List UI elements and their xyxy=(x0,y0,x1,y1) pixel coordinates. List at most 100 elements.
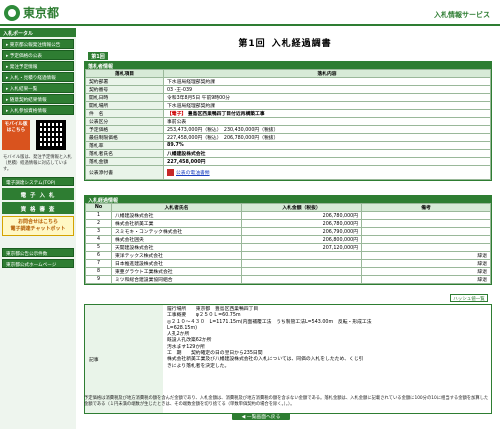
bid-remark: 辞退 xyxy=(361,259,491,268)
sidebar-item-bid-results[interactable]: 入札結果一覧 xyxy=(2,83,74,93)
bid-amount: 206,790,000円 xyxy=(241,227,362,236)
help-title: お問合せはこちら xyxy=(17,219,58,225)
sidebar-item-bid-progress[interactable]: 入札・見積り経過情報 xyxy=(2,72,74,82)
info-key: 予定価格 xyxy=(85,125,164,134)
sidebar-item-negotiated-contract[interactable]: 随意契約結果情報 xyxy=(2,94,74,104)
sidebar-item-estimated-price[interactable]: 予定価格の公表 xyxy=(2,50,74,60)
info-value: 253,473,000円（税込） 230,430,000円（税抜） xyxy=(163,125,491,134)
info-value: 下水道局経理部契約課 xyxy=(163,101,491,110)
footer-note: 予定価格は消費税及び地方消費税の額を含んだ金額であり、入札金額は、消費税及び地方… xyxy=(84,396,489,407)
sidebar: 入札ポータル 東京都公報発注情報公告 予定価格の公表 発注予定情報 入札・見積り… xyxy=(0,28,76,429)
col-item: 落札項目 xyxy=(85,69,164,78)
info-key: 件 名 xyxy=(85,109,164,118)
table-row: 最低制限価格 227,458,000円（税込） 206,780,000円（税抜） xyxy=(85,133,491,142)
hash-list-button[interactable]: ハッシュ値一覧 xyxy=(450,294,488,302)
bid-progress-panel: 入札経過情報 No 入札者氏名 入札金額（税抜） 備考 1 八幡建設株式会社 206… xyxy=(84,195,492,285)
tokyo-official-site-link[interactable]: 東京都公式ホームページ xyxy=(2,259,74,268)
info-value: 89.7% xyxy=(163,141,491,150)
qualification-review-button[interactable]: 資 格 審 査 xyxy=(2,202,74,214)
table-row: 公表添付書 公表の電油書類 xyxy=(85,165,491,180)
bid-remark: 辞退 xyxy=(361,251,491,260)
info-value: 八幡建設株式会社 xyxy=(163,149,491,158)
info-value: 227,458,000円（税込） 206,780,000円（税抜） xyxy=(163,133,491,142)
col-no: No xyxy=(85,203,112,212)
service-name[interactable]: 入札情報サービス xyxy=(434,10,490,20)
col-remarks: 備考 xyxy=(361,203,491,212)
e-bidding-button[interactable]: 電 子 入 札 xyxy=(2,188,74,200)
bid-amount xyxy=(241,267,362,276)
pdf-icon xyxy=(167,169,174,176)
tab-round-1[interactable]: 第1回 xyxy=(88,52,108,60)
bid-no: 1 xyxy=(85,211,112,220)
table-row: 9 ミツ和総合建設業協同組合 辞退 xyxy=(85,275,491,284)
table-row: 落札率 89.7% xyxy=(85,141,491,150)
info-value: 03 -王-039 xyxy=(163,85,491,94)
bid-remark xyxy=(361,211,491,220)
table-row: 公表区分 事前公表 xyxy=(85,117,491,126)
winner-info-panel: 落札者情報 落札項目 落札内容 契約部署 下水道局経理部契約課 契約番号 03 -王… xyxy=(84,61,492,181)
info-value: 事前公表 xyxy=(163,117,491,126)
bid-no: 4 xyxy=(85,235,112,244)
table-row: 契約部署 下水道局経理部契約課 xyxy=(85,77,491,86)
bid-no: 6 xyxy=(85,251,112,260)
e-procurement-system-link[interactable]: 電子調達システム(TOP) xyxy=(2,177,74,186)
mobile-button[interactable]: モバイル版はこちら xyxy=(2,120,30,150)
info-key: 最低制限価格 xyxy=(85,133,164,142)
bid-amount: 207,120,000円 xyxy=(241,243,362,252)
attachment-link[interactable]: 公表の電油書類 xyxy=(176,171,210,176)
info-key: 公表区分 xyxy=(85,117,164,126)
info-value: 227,458,000円 xyxy=(163,157,491,166)
bid-amount: 206,780,000円 xyxy=(241,219,362,228)
bid-no: 2 xyxy=(85,219,112,228)
main-content: 第1回 入札経過調書 第1回 落札者情報 落札項目 落札内容 契約部署 下水道局経理… xyxy=(84,28,492,429)
table-row: 開札日時 令和3年8月5日 午前9時00分 xyxy=(85,93,491,102)
table-row: 落札金額 227,458,000円 xyxy=(85,157,491,166)
info-key: 落札者氏名 xyxy=(85,149,164,158)
table-row: 件 名【電子】 豊島区西巣鴨四丁目付近再構築工事 xyxy=(85,109,491,118)
info-key: 開札日時 xyxy=(85,93,164,102)
table-row: 落札者氏名 八幡建設株式会社 xyxy=(85,149,491,158)
info-key: 契約番号 xyxy=(85,85,164,94)
bid-table: No 入札者氏名 入札金額（税抜） 備考 1 八幡建設株式会社 206,780,00… xyxy=(85,203,491,284)
table-row: 開札場所 下水道局経理部契約課 xyxy=(85,101,491,110)
electronic-tag: 【電子】 xyxy=(167,112,187,117)
page-header: 東京都 入札情報サービス xyxy=(0,0,500,26)
table-row: 1 八幡建設株式会社 206,780,000円 xyxy=(85,211,491,220)
bidder-name: 日本推進建設株式会社 xyxy=(111,259,242,268)
logo-text: 東京都 xyxy=(23,6,60,20)
tokyo-emblem-icon xyxy=(4,4,20,21)
info-key: 公表添付書 xyxy=(85,165,164,180)
bidder-name: 株式会社囲央 xyxy=(111,235,242,244)
bidder-name: 株式会社新美工業 xyxy=(111,219,242,228)
help-sub: 電子調達チャットボット xyxy=(10,226,66,232)
notice-count-link[interactable]: 東京都公告公示件数 xyxy=(2,248,74,257)
table-row: 3 スミモキ・コンテック株式会社 206,790,000円 xyxy=(85,227,491,236)
sidebar-section-title: 入札ポータル xyxy=(0,28,76,37)
info-key: 開札場所 xyxy=(85,101,164,110)
info-value: 【電子】 豊島区西巣鴨四丁目付近再構築工事 xyxy=(163,109,491,118)
sidebar-item-order-schedule[interactable]: 発注予定情報 xyxy=(2,61,74,71)
bid-remark xyxy=(361,219,491,228)
bid-remark xyxy=(361,235,491,244)
round-label: 第1回 xyxy=(238,39,266,49)
help-chatbot-button[interactable]: お問合せはこちら 電子調達チャットボット xyxy=(2,216,74,236)
col-amount: 入札金額（税抜） xyxy=(241,203,362,212)
bid-remark xyxy=(361,227,491,236)
bid-no: 8 xyxy=(85,267,112,276)
tokyo-logo[interactable]: 東京都 xyxy=(4,4,59,21)
table-row: 予定価格 253,473,000円（税込） 230,430,000円（税抜） xyxy=(85,125,491,134)
bid-remark: 辞退 xyxy=(361,267,491,276)
info-value: 下水道局経理部契約課 xyxy=(163,77,491,86)
sidebar-item-qualification[interactable]: 入札参加資格情報 xyxy=(2,105,74,115)
back-to-list-button[interactable]: ◀ 一覧画面へ戻る xyxy=(232,413,290,420)
bidder-name: 東洋テックス株式会社 xyxy=(111,251,242,260)
bid-amount: 206,800,000円 xyxy=(241,235,362,244)
table-row: 5 天開建設株式会社 207,120,000円 xyxy=(85,243,491,252)
memo-line: きにより落札者を決定した。 xyxy=(167,363,230,369)
sidebar-item-public-notice[interactable]: 東京都公報発注情報公告 xyxy=(2,39,74,49)
sidebar-menu: 東京都公報発注情報公告 予定価格の公表 発注予定情報 入札・見積り経過情報 入札… xyxy=(0,37,76,117)
bidder-name: 東亜グラウト工業株式会社 xyxy=(111,267,242,276)
title-text: 入札経過調書 xyxy=(271,39,332,49)
bidder-name: スミモキ・コンテック株式会社 xyxy=(111,227,242,236)
mobile-block: モバイル版はこちら xyxy=(2,120,74,150)
